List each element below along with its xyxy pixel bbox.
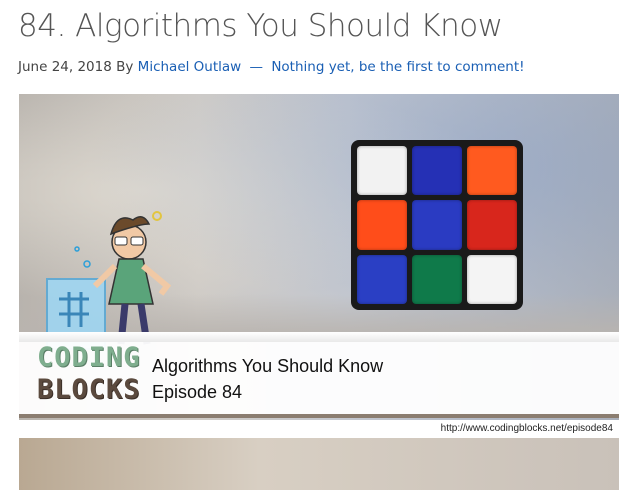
post-date: June 24, 2018	[18, 59, 112, 75]
cube-sticker	[412, 146, 462, 196]
meta-separator: —	[249, 59, 264, 75]
cube-sticker	[357, 146, 407, 196]
author-link[interactable]: Michael Outlaw	[138, 59, 242, 75]
comments-link[interactable]: Nothing yet, be the first to comment!	[271, 59, 524, 75]
cube-sticker	[357, 200, 407, 250]
featured-image[interactable]: CODING BLOCKS Algorithms You Should Know…	[19, 94, 619, 490]
cube-sticker	[357, 254, 407, 304]
post-meta: June 24, 2018 By Michael Outlaw — Nothin…	[18, 59, 525, 75]
logo-coding-text: CODING	[37, 342, 141, 373]
banner-divider	[19, 414, 619, 418]
episode-title: Algorithms You Should Know	[152, 356, 384, 376]
episode-number: Episode 84	[152, 382, 243, 402]
post-title: 84. Algorithms You Should Know	[18, 8, 503, 44]
cube-sticker	[412, 254, 462, 304]
banner-top-band	[19, 332, 619, 342]
cube-sticker	[412, 200, 462, 250]
hero-bottom-blur	[19, 438, 619, 490]
rubiks-cube-image	[351, 140, 523, 310]
logo-blocks-text: BLOCKS	[37, 374, 141, 405]
cube-sticker	[467, 146, 517, 196]
url-strip: http://www.codingblocks.net/episode84	[19, 420, 619, 438]
cube-sticker	[467, 254, 517, 304]
by-label: By	[116, 59, 134, 75]
episode-url: http://www.codingblocks.net/episode84	[440, 423, 613, 434]
cube-sticker	[467, 200, 517, 250]
